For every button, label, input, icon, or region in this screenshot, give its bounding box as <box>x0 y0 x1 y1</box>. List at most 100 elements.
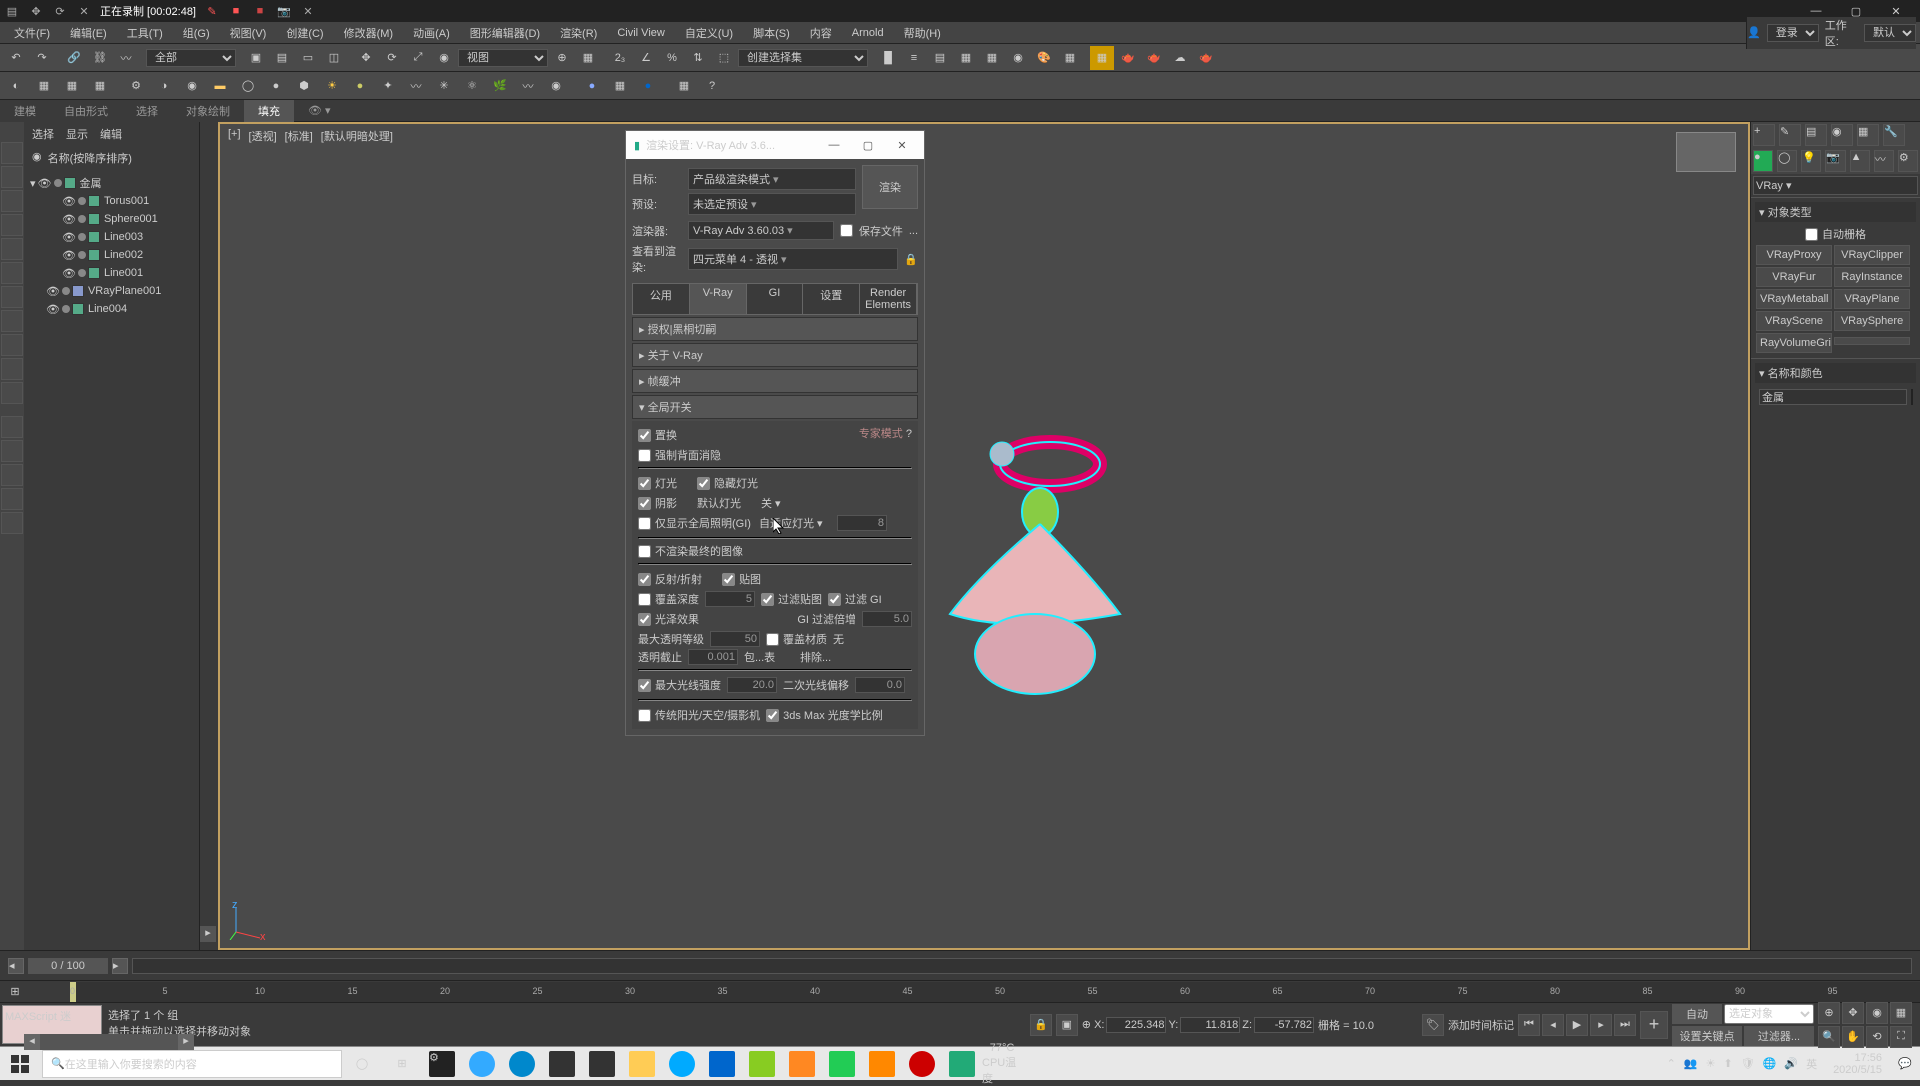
renderer-dropdown[interactable]: V-Ray Adv 3.60.03 ▾ <box>688 221 834 240</box>
nav-6[interactable]: ✋ <box>1842 1026 1864 1048</box>
tray-2[interactable]: ☀ <box>1706 1057 1716 1070</box>
menu-script[interactable]: 脚本(S) <box>743 23 800 43</box>
tray-ime[interactable]: 英 <box>1806 1056 1817 1072</box>
scene-scrollbar[interactable]: ◂▸ <box>24 1034 194 1050</box>
app-explorer[interactable] <box>622 1047 662 1081</box>
excl-button[interactable]: 排除... <box>800 649 850 665</box>
workspace-dropdown[interactable]: 默认 <box>1864 24 1916 42</box>
create-category-dropdown[interactable]: VRay ▾ <box>1753 176 1918 195</box>
app-ie[interactable] <box>462 1047 502 1081</box>
goto-end[interactable]: ⏭ <box>1614 1014 1636 1036</box>
refl-check[interactable] <box>638 573 651 586</box>
unlink-button[interactable]: ⛓ <box>88 46 112 70</box>
time-slider-track[interactable] <box>132 958 1912 974</box>
save-file-check[interactable] <box>840 224 853 237</box>
lc-5[interactable] <box>1 238 23 260</box>
help-icon[interactable]: ? <box>906 428 912 440</box>
app-wechat[interactable] <box>822 1047 862 1081</box>
render-iter-button[interactable]: 🫖 <box>1142 46 1166 70</box>
filter-dropdown[interactable]: 全部 <box>146 49 236 67</box>
tree-row[interactable]: 👁Line003 <box>26 228 197 246</box>
nav-2[interactable]: ✥ <box>1842 1002 1864 1024</box>
lc-10[interactable] <box>1 358 23 380</box>
t2-17[interactable]: ⚛ <box>460 74 484 98</box>
btn-empty[interactable] <box>1834 337 1910 345</box>
next-frame[interactable]: ▸ <box>1590 1014 1612 1036</box>
cat-warp[interactable]: 〰 <box>1874 150 1894 172</box>
object-name-field[interactable] <box>1759 389 1907 405</box>
scene-sort-label[interactable]: 名称(按降序排序) <box>48 150 132 166</box>
app-store[interactable] <box>542 1047 582 1081</box>
tray-3[interactable]: ⬆ <box>1723 1057 1732 1070</box>
dialog-titlebar[interactable]: ▮ 渲染设置: V-Ray Adv 3.6... — ▢ ✕ <box>626 131 924 159</box>
render-online-button[interactable]: ☁ <box>1168 46 1192 70</box>
btn-vrayscene[interactable]: VRayScene <box>1756 311 1832 331</box>
render-prod-button[interactable]: 🫖 <box>1116 46 1140 70</box>
material-button[interactable]: ◉ <box>1006 46 1030 70</box>
cat-cam[interactable]: 📷 <box>1825 150 1845 172</box>
select-rect-button[interactable]: ▭ <box>296 46 320 70</box>
app-edge[interactable] <box>502 1047 542 1081</box>
t2-5[interactable]: ⚙ <box>124 74 148 98</box>
rotate-button[interactable]: ⟳ <box>380 46 404 70</box>
t2-12[interactable]: ☀ <box>320 74 344 98</box>
deflights-dropdown[interactable]: 关 ▾ <box>761 495 811 511</box>
t2-20[interactable]: ◉ <box>544 74 568 98</box>
bind-button[interactable]: 〰 <box>114 46 138 70</box>
named-sel-dropdown[interactable]: 创建选择集 <box>738 49 868 67</box>
dialog-close[interactable]: ✕ <box>888 139 916 152</box>
scene-sel[interactable]: 选择 <box>32 126 54 142</box>
app-ai[interactable] <box>862 1047 902 1081</box>
rollout-frame[interactable]: ▸ 帧缓冲 <box>632 369 918 393</box>
nav-5[interactable]: 🔍 <box>1818 1026 1840 1048</box>
rtab-common[interactable]: 公用 <box>633 284 690 314</box>
spinner-snap-button[interactable]: ⇅ <box>686 46 710 70</box>
lc-1[interactable] <box>1 142 23 164</box>
record-stop-icon[interactable]: ■ <box>228 3 244 19</box>
btn-vraymeta[interactable]: VRayMetaball <box>1756 289 1832 309</box>
rtab-settings[interactable]: 设置 <box>803 284 860 314</box>
t2-16[interactable]: ✳ <box>432 74 456 98</box>
app-rec[interactable] <box>902 1047 942 1081</box>
rollout-auth[interactable]: ▸ 授权|黑桐切嗣 <box>632 317 918 341</box>
cat-geom[interactable]: ● <box>1753 150 1773 172</box>
login-dropdown[interactable]: 登录 <box>1767 24 1819 42</box>
tab-objpaint[interactable]: 对象绘制 <box>172 100 244 122</box>
tray-1[interactable]: 👥 <box>1684 1057 1698 1070</box>
btn-vrayplane[interactable]: VRayPlane <box>1834 289 1910 309</box>
object-color-swatch[interactable] <box>1911 389 1913 405</box>
snap-2d-button[interactable]: 2₃ <box>608 46 632 70</box>
btn-vrayfur[interactable]: VRayFur <box>1756 267 1832 287</box>
app-3dsmax[interactable] <box>942 1047 982 1081</box>
save-file-browse[interactable]: ... <box>909 225 918 237</box>
menu-tools[interactable]: 工具(T) <box>117 23 173 43</box>
create-tab[interactable]: + <box>1753 124 1775 146</box>
vp-std[interactable]: [标准] <box>285 128 313 144</box>
incl-dropdown[interactable]: 包...表 <box>744 649 794 665</box>
lc-13[interactable] <box>1 440 23 462</box>
manip-button[interactable]: ▦ <box>576 46 600 70</box>
keyfilter-dropdown[interactable]: 选定对象 <box>1724 1004 1814 1024</box>
tree-row[interactable]: 👁Sphere001 <box>26 210 197 228</box>
link-button[interactable]: 🔗 <box>62 46 86 70</box>
hierarchy-tab[interactable]: ▤ <box>1805 124 1827 146</box>
snap-pct-button[interactable]: % <box>660 46 684 70</box>
tree-row[interactable]: ▾👁金属 <box>26 174 197 192</box>
t2-11[interactable]: ⬢ <box>292 74 316 98</box>
adaptive-value[interactable] <box>837 515 887 531</box>
snap-angle-button[interactable]: ∠ <box>634 46 658 70</box>
rollout-global[interactable]: ▾ 全局开关 <box>632 395 918 419</box>
schematic-button[interactable]: ▦ <box>980 46 1004 70</box>
t2-1[interactable]: ◐ <box>4 74 28 98</box>
override-mtl-check[interactable] <box>766 633 779 646</box>
menu-content[interactable]: 内容 <box>800 23 842 43</box>
t2-7[interactable]: ◉ <box>180 74 204 98</box>
displace-check[interactable] <box>638 429 651 442</box>
viewport[interactable]: [+] [透视] [标准] [默认明暗处理] z x <box>218 122 1750 950</box>
app-1[interactable]: ⚙ <box>422 1047 462 1081</box>
timeline-ruler[interactable]: ⊞ 05101520253035404550556065707580859095… <box>0 980 1920 1002</box>
camera-icon[interactable]: 📷 <box>276 3 292 19</box>
lc-14[interactable] <box>1 464 23 486</box>
sys-icon3[interactable]: ✕ <box>76 3 92 19</box>
depth-check[interactable] <box>638 593 651 606</box>
